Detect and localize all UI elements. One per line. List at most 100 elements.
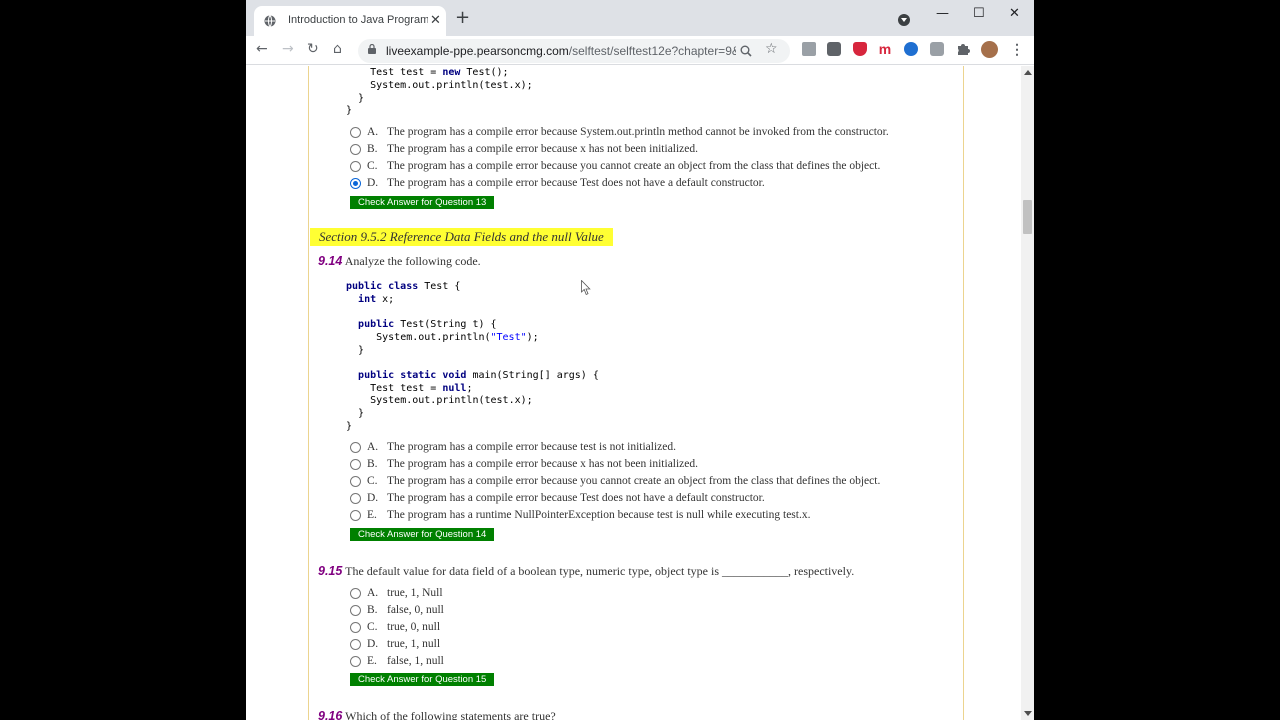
radio-button[interactable] xyxy=(350,656,361,667)
m-icon[interactable]: m xyxy=(878,42,892,56)
image-icon[interactable] xyxy=(930,42,944,56)
q15-question: 9.15 The default value for data field of… xyxy=(318,564,854,579)
radio-button[interactable] xyxy=(350,127,361,138)
tab-title: Introduction to Java Programmin xyxy=(288,14,428,26)
option-letter: B. xyxy=(367,604,378,616)
q14-code-line: } xyxy=(358,345,365,356)
radio-button[interactable] xyxy=(350,622,361,633)
option-text: true, 1, null xyxy=(387,638,441,650)
option-letter: E. xyxy=(367,509,377,521)
grid-icon[interactable] xyxy=(827,42,841,56)
option-text: The program has a compile error because … xyxy=(387,160,881,172)
tab-search-icon[interactable] xyxy=(898,14,910,26)
bookmark-star-icon[interactable]: ☆ xyxy=(765,41,778,57)
option-letter: B. xyxy=(367,458,378,470)
option-letter: D. xyxy=(367,638,379,650)
question-text: Analyze the following code. xyxy=(344,254,481,268)
q14-code-line: public class Test { xyxy=(346,281,461,292)
q14-code-line: int x; xyxy=(358,294,395,305)
q14-code-line: } xyxy=(358,408,365,419)
option-text: The program has a compile error because … xyxy=(387,143,699,155)
url-text: liveexample-ppe.pearsoncmg.com/selftest/… xyxy=(386,44,736,58)
home-button[interactable]: ⌂ xyxy=(333,41,342,57)
reload-button[interactable]: ↻ xyxy=(307,41,319,57)
option-letter: D. xyxy=(367,177,379,189)
scroll-down-icon[interactable] xyxy=(1024,711,1032,716)
box-icon[interactable] xyxy=(802,42,816,56)
vertical-scrollbar[interactable] xyxy=(1021,66,1034,720)
radio-button[interactable] xyxy=(350,459,361,470)
globe-icon xyxy=(264,15,276,27)
close-window-button[interactable]: ✕ xyxy=(1009,6,1020,21)
option-text: The program has a compile error because … xyxy=(387,475,881,487)
new-tab-button[interactable]: + xyxy=(455,9,470,27)
check-answer-14-button[interactable]: Check Answer for Question 14 xyxy=(350,528,495,541)
q14-code-line: public Test(String t) { xyxy=(358,319,497,330)
q14-code-line: public static void main(String[] args) { xyxy=(358,370,599,381)
q13-code-line: Test test = new Test(); xyxy=(346,67,509,78)
close-tab-icon[interactable]: ✕ xyxy=(430,12,441,28)
question-text: Which of the following statements are tr… xyxy=(345,709,556,720)
option-text: The program has a compile error because … xyxy=(387,441,676,453)
option-text: true, 0, null xyxy=(387,621,441,633)
e-icon[interactable] xyxy=(904,42,918,56)
check-answer-15-button[interactable]: Check Answer for Question 15 xyxy=(350,673,495,686)
radio-button[interactable] xyxy=(350,510,361,521)
q14-code-line: } xyxy=(346,421,353,432)
browser-window: Introduction to Java Programmin ✕ + — ☐ … xyxy=(246,0,1034,720)
option-letter: C. xyxy=(367,621,378,633)
option-letter: A. xyxy=(367,587,379,599)
option-letter: A. xyxy=(367,441,379,453)
minimize-button[interactable]: — xyxy=(936,6,949,21)
zoom-icon[interactable] xyxy=(740,45,752,57)
back-button[interactable]: ← xyxy=(256,41,268,57)
q14-code-line: System.out.println("Test"); xyxy=(376,332,539,343)
option-text: The program has a compile error because … xyxy=(387,458,699,470)
radio-button-selected[interactable] xyxy=(350,178,361,189)
menu-icon[interactable]: ⋮ xyxy=(1010,42,1024,56)
radio-button[interactable] xyxy=(350,442,361,453)
q13-code-line: } xyxy=(346,93,365,104)
q14-question: 9.14 Analyze the following code. xyxy=(318,254,481,269)
radio-button[interactable] xyxy=(350,161,361,172)
option-letter: C. xyxy=(367,475,378,487)
shield-icon[interactable] xyxy=(853,42,867,56)
q14-code-line: System.out.println(test.x); xyxy=(370,395,533,406)
check-answer-13-button[interactable]: Check Answer for Question 13 xyxy=(350,196,495,209)
radio-button[interactable] xyxy=(350,605,361,616)
lock-icon xyxy=(368,44,376,54)
q14-code-line: Test test = null; xyxy=(370,383,473,394)
puzzle-icon[interactable] xyxy=(956,42,970,56)
option-letter: B. xyxy=(367,143,378,155)
option-text: The program has a runtime NullPointerExc… xyxy=(387,509,811,521)
option-letter: D. xyxy=(367,492,379,504)
question-number: 9.16 xyxy=(318,709,343,720)
scroll-up-icon[interactable] xyxy=(1024,70,1032,75)
tab-strip: Introduction to Java Programmin ✕ + — ☐ … xyxy=(246,0,1034,36)
q13-code-line: System.out.println(test.x); xyxy=(346,80,533,91)
option-text: true, 1, Null xyxy=(387,587,443,599)
maximize-button[interactable]: ☐ xyxy=(973,6,985,21)
question-number: 9.15 xyxy=(318,564,343,578)
radio-button[interactable] xyxy=(350,588,361,599)
radio-button[interactable] xyxy=(350,476,361,487)
radio-button[interactable] xyxy=(350,144,361,155)
option-text: The program has a compile error because … xyxy=(387,177,765,189)
option-text: The program has a compile error because … xyxy=(387,126,889,138)
question-number: 9.14 xyxy=(318,254,343,268)
radio-button[interactable] xyxy=(350,493,361,504)
radio-button[interactable] xyxy=(350,639,361,650)
option-text: false, 0, null xyxy=(387,604,444,616)
browser-toolbar: ← → ↻ ⌂ liveexample-ppe.pearsoncmg.com/s… xyxy=(246,36,1034,65)
q13-code-line: } xyxy=(346,105,353,116)
forward-button[interactable]: → xyxy=(282,41,294,57)
option-letter: C. xyxy=(367,160,378,172)
browser-tab[interactable]: Introduction to Java Programmin ✕ xyxy=(254,6,446,36)
option-text: false, 1, null xyxy=(387,655,444,667)
avatar[interactable] xyxy=(981,41,998,58)
url-path: /selftest/selftest12e?chapter=9&... xyxy=(568,44,736,58)
mouse-cursor-icon xyxy=(581,280,591,296)
scrollbar-thumb[interactable] xyxy=(1023,200,1032,234)
option-text: The program has a compile error because … xyxy=(387,492,765,504)
address-bar[interactable]: liveexample-ppe.pearsoncmg.com/selftest/… xyxy=(358,39,790,63)
